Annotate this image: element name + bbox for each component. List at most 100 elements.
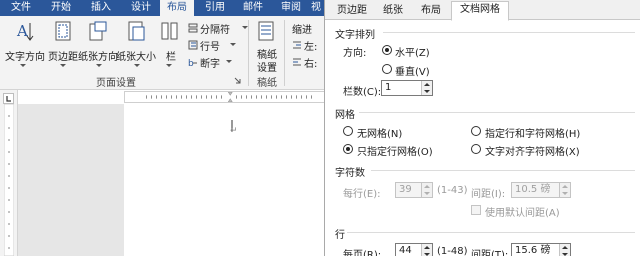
snap-to-chars-label[interactable]: 文字对齐字符网格(X) bbox=[485, 143, 580, 158]
line-pitch-value: 15.6 磅 bbox=[515, 245, 551, 256]
char-pitch-label: 间距(I): bbox=[471, 189, 506, 200]
use-default-pitch-checkbox[interactable] bbox=[471, 205, 481, 215]
horizontal-ruler[interactable] bbox=[124, 91, 334, 103]
hyphenation-icon: b bbox=[188, 59, 197, 67]
indent-right-label[interactable]: 右: bbox=[304, 55, 317, 70]
margins-icon[interactable] bbox=[53, 20, 73, 42]
direction-vertical-label[interactable]: 垂直(V) bbox=[395, 63, 430, 78]
char-pitch-spinner[interactable]: 10.5 磅 bbox=[511, 182, 571, 198]
spin-arrows-icon[interactable] bbox=[421, 81, 432, 95]
direction-label: 方向: bbox=[343, 48, 367, 59]
hyphenation-button[interactable]: 断字 bbox=[200, 55, 220, 70]
dialog-tab-paper[interactable]: 纸张 bbox=[377, 2, 409, 20]
document-page[interactable]: ↵ bbox=[124, 104, 340, 256]
lines-only-radio[interactable] bbox=[343, 144, 353, 154]
lines-only-label[interactable]: 只指定行网格(O) bbox=[357, 143, 433, 158]
manuscript-paper-icon[interactable] bbox=[256, 20, 276, 42]
lines-per-page-spinner[interactable]: 44 bbox=[395, 243, 433, 256]
characters-heading: 字符数 bbox=[335, 168, 365, 179]
section-divider bbox=[359, 112, 635, 113]
tab-file[interactable]: 文件 bbox=[4, 0, 38, 16]
dialog-tab-document-grid[interactable]: 文档网格 bbox=[451, 1, 509, 21]
section-divider bbox=[347, 232, 635, 233]
chars-per-line-label: 每行(E): bbox=[343, 189, 381, 200]
manuscript-button-line2[interactable]: 设置 bbox=[257, 59, 277, 74]
text-arrangement-heading: 文字排列 bbox=[335, 30, 375, 41]
text-direction-icon[interactable]: A bbox=[14, 20, 34, 42]
chars-per-line-value: 39 bbox=[399, 184, 412, 195]
chevron-down-icon bbox=[166, 64, 172, 67]
use-default-pitch-label[interactable]: 使用默认间距(A) bbox=[485, 204, 560, 219]
lines-and-chars-radio[interactable] bbox=[471, 126, 481, 136]
no-grid-label[interactable]: 无网格(N) bbox=[357, 125, 402, 140]
chevron-down-icon bbox=[60, 64, 66, 67]
spin-arrows-icon[interactable] bbox=[421, 183, 432, 197]
group-divider bbox=[284, 20, 285, 86]
tab-review[interactable]: 审阅 bbox=[274, 0, 308, 16]
margins-button[interactable]: 页边距 bbox=[48, 48, 78, 63]
lines-and-chars-label[interactable]: 指定行和字符网格(H) bbox=[485, 125, 580, 140]
orientation-button[interactable]: 纸张方向 bbox=[78, 48, 118, 63]
line-numbers-icon bbox=[188, 40, 198, 50]
columns-value: 1 bbox=[385, 82, 392, 93]
paragraph-mark: ↵ bbox=[230, 126, 238, 136]
line-pitch-spinner[interactable]: 15.6 磅 bbox=[511, 243, 571, 256]
no-grid-radio[interactable] bbox=[343, 126, 353, 136]
lines-heading: 行 bbox=[335, 230, 345, 241]
tab-selector-icon[interactable] bbox=[3, 93, 14, 104]
grid-heading: 网格 bbox=[335, 110, 355, 121]
lines-per-page-label: 每页(R): bbox=[343, 250, 382, 256]
chars-per-line-spinner[interactable]: 39 bbox=[395, 182, 433, 198]
text-direction-button[interactable]: 文字方向 bbox=[5, 48, 45, 63]
direction-horizontal-label[interactable]: 水平(Z) bbox=[395, 44, 430, 59]
tab-layout[interactable]: 布局 bbox=[160, 0, 194, 16]
chars-per-line-range: (1-43) bbox=[437, 185, 468, 196]
tab-insert[interactable]: 插入 bbox=[84, 0, 118, 16]
tab-design[interactable]: 设计 bbox=[124, 0, 158, 16]
spin-arrows-icon[interactable] bbox=[559, 244, 570, 256]
chevron-down-icon bbox=[20, 64, 26, 67]
direction-vertical-radio[interactable] bbox=[382, 64, 392, 74]
indent-left-icon bbox=[293, 41, 301, 49]
spin-arrows-icon[interactable] bbox=[421, 244, 432, 256]
tab-view[interactable]: 视 bbox=[308, 0, 324, 16]
vertical-ruler bbox=[4, 104, 14, 256]
section-divider bbox=[383, 32, 635, 33]
dialog-launcher-icon[interactable] bbox=[234, 77, 241, 84]
chevron-down-icon bbox=[230, 43, 236, 46]
lines-per-page-value: 44 bbox=[399, 245, 412, 256]
size-button[interactable]: 纸张大小 bbox=[116, 48, 156, 63]
word-window: 文件 开始 插入 设计 布局 引用 邮件 审阅 视 A 文字方向 页边距 纸张方… bbox=[0, 0, 640, 256]
spin-arrows-icon[interactable] bbox=[559, 183, 570, 197]
columns-spinner[interactable]: 1 bbox=[381, 80, 433, 96]
breaks-icon bbox=[188, 23, 198, 33]
svg-text:A: A bbox=[16, 22, 28, 40]
dialog-tab-margins[interactable]: 页边距 bbox=[331, 2, 373, 20]
indent-left-label[interactable]: 左: bbox=[304, 38, 317, 53]
indent-right-icon bbox=[293, 58, 301, 66]
line-pitch-label: 间距(T): bbox=[471, 250, 509, 256]
indent-label: 缩进 bbox=[292, 25, 312, 36]
chevron-down-icon bbox=[134, 64, 140, 67]
orientation-icon[interactable] bbox=[88, 20, 108, 42]
chevron-down-icon bbox=[96, 64, 102, 67]
tab-mailings[interactable]: 邮件 bbox=[236, 0, 270, 16]
group-divider bbox=[248, 20, 249, 86]
columns-label: 栏数(C): bbox=[343, 87, 382, 98]
section-divider bbox=[371, 170, 635, 171]
page-setup-dialog: 页边距 纸张 布局 文档网格 文字排列 方向: 水平(Z) 垂直(V) 栏数(C… bbox=[324, 0, 640, 256]
page-size-icon[interactable] bbox=[126, 20, 146, 42]
columns-button[interactable]: 栏 bbox=[166, 48, 176, 63]
tab-references[interactable]: 引用 bbox=[198, 0, 232, 16]
chevron-down-icon bbox=[226, 60, 232, 63]
dialog-tab-layout[interactable]: 布局 bbox=[415, 2, 447, 20]
breaks-button[interactable]: 分隔符 bbox=[200, 21, 230, 36]
direction-horizontal-radio[interactable] bbox=[382, 45, 392, 55]
char-pitch-value: 10.5 磅 bbox=[515, 184, 551, 195]
snap-to-chars-radio[interactable] bbox=[471, 144, 481, 154]
dialog-tab-bar: 页边距 纸张 布局 文档网格 bbox=[325, 0, 640, 21]
line-numbers-button[interactable]: 行号 bbox=[200, 38, 220, 53]
page-setup-group-label: 页面设置 bbox=[96, 78, 136, 89]
columns-icon[interactable] bbox=[160, 20, 180, 42]
tab-home[interactable]: 开始 bbox=[44, 0, 78, 16]
